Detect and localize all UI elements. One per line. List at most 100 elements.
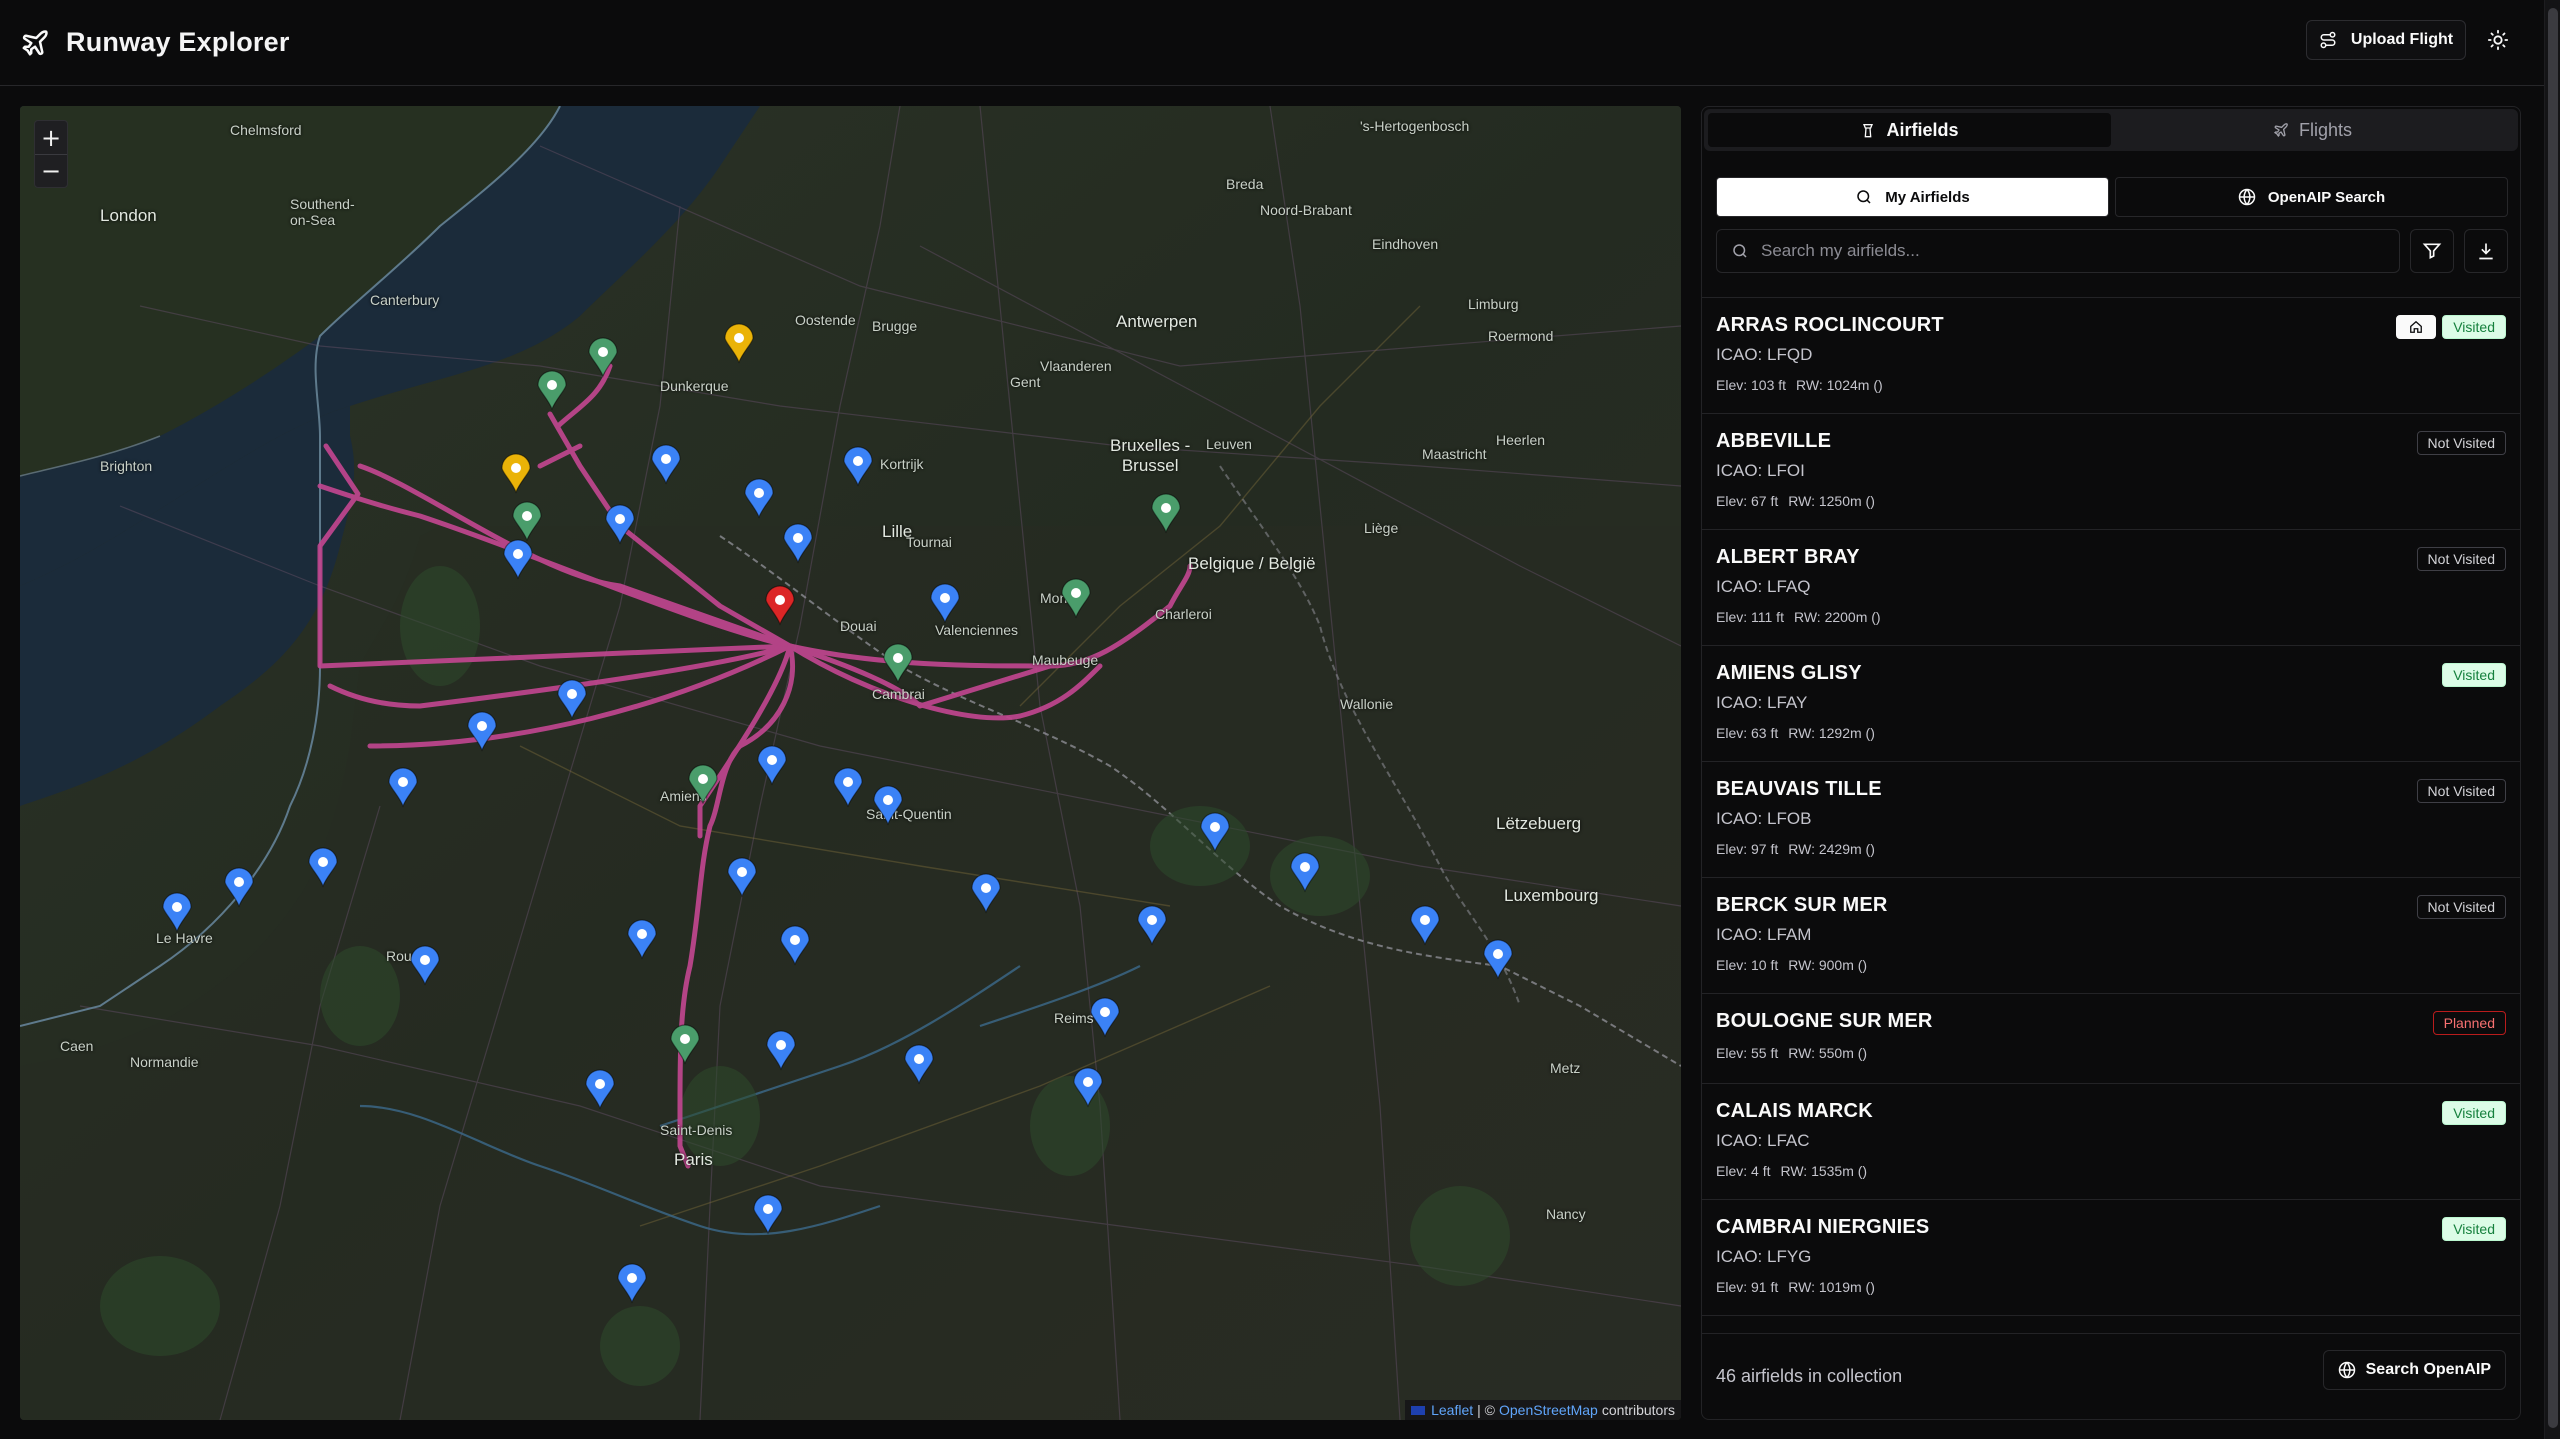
airfield-marker[interactable] — [1151, 493, 1181, 534]
search-openaip-button[interactable]: Search OpenAIP — [2322, 1350, 2506, 1390]
airfield-marker[interactable] — [501, 453, 531, 494]
airfield-row[interactable]: ALBERT BRAY ICAO: LFAQ Elev: 111 ft RW: 220… — [1702, 530, 2520, 646]
airfield-marker[interactable] — [744, 478, 774, 519]
search-icon — [1733, 244, 1747, 258]
panel-footer: 46 airfields in collection Search OpenAI… — [1702, 1333, 2520, 1419]
airfield-marker[interactable] — [557, 679, 587, 720]
airfield-marker[interactable] — [308, 847, 338, 888]
marker-layer — [162, 323, 1513, 1304]
airfield-row[interactable]: ABBEVILLE ICAO: LFOI Elev: 67 ft RW: 1250m … — [1702, 414, 2520, 530]
airfield-row[interactable]: AMIENS GLISY ICAO: LFAY Elev: 63 ft RW: 129… — [1702, 646, 2520, 762]
airfield-marker[interactable] — [753, 1194, 783, 1235]
airfield-marker[interactable] — [670, 1024, 700, 1065]
airfield-marker[interactable] — [883, 643, 913, 684]
zoom-out-button[interactable]: − — [35, 154, 67, 187]
theme-toggle-button[interactable] — [2476, 20, 2520, 60]
airfield-list[interactable]: ARRAS ROCLINCOURT ICAO: LFQD Elev: 103 ft R… — [1702, 297, 2520, 1327]
airfield-marker[interactable] — [727, 857, 757, 898]
airfield-runway: RW: 1250m () — [1788, 493, 1875, 509]
airfield-marker[interactable] — [1200, 812, 1230, 853]
home-badge — [2396, 315, 2437, 339]
airfield-marker[interactable] — [873, 785, 903, 826]
airfield-marker[interactable] — [651, 444, 681, 485]
attribution-separator: | © — [1477, 1402, 1495, 1418]
airfield-marker[interactable] — [588, 337, 618, 378]
airfield-marker[interactable] — [503, 539, 533, 580]
airfield-row[interactable]: CAMBRAI NIERGNIES ICAO: LFYG Elev: 91 ft RW… — [1702, 1200, 2520, 1316]
airfield-runway: RW: 1024m () — [1796, 377, 1883, 393]
scrollbar-thumb[interactable] — [2548, 8, 2558, 1428]
page-scrollbar[interactable] — [2544, 0, 2560, 1439]
plane-icon — [22, 29, 48, 55]
airfield-marker[interactable] — [1137, 905, 1167, 946]
leaflet-link[interactable]: Leaflet — [1431, 1402, 1473, 1418]
airfield-elevation: Elev: 10 ft — [1716, 957, 1779, 973]
airfield-runway: RW: 2429m () — [1788, 841, 1875, 857]
tab-airfields[interactable]: Airfields — [1708, 113, 2111, 147]
home-airfield-marker[interactable] — [765, 585, 795, 626]
openstreetmap-link[interactable]: OpenStreetMap — [1499, 1402, 1598, 1418]
airfield-count: 46 airfields in collection — [1716, 1366, 1903, 1386]
filter-button[interactable] — [2410, 229, 2454, 273]
airfield-marker[interactable] — [1090, 997, 1120, 1038]
subtab-openaip-label: OpenAIP Search — [2267, 188, 2386, 206]
subtab-my-airfields[interactable]: My Airfields — [1716, 177, 2109, 217]
download-button[interactable] — [2464, 229, 2508, 273]
airfield-row[interactable]: BOULOGNE SUR MER Elev: 55 ft RW: 550m () Pl… — [1702, 994, 2520, 1084]
airfield-marker[interactable] — [757, 745, 787, 786]
airfield-meta: Elev: 111 ft RW: 2200m () — [1716, 609, 2506, 625]
filter-icon — [2422, 243, 2442, 260]
airfield-marker[interactable] — [605, 504, 635, 545]
airfield-source-tabs: My Airfields OpenAIP Search — [1716, 177, 2508, 217]
home-icon — [2410, 320, 2423, 333]
airfield-marker[interactable] — [971, 873, 1001, 914]
airfield-marker[interactable] — [1290, 852, 1320, 893]
airfield-marker[interactable] — [224, 867, 254, 908]
airfield-marker[interactable] — [688, 764, 718, 805]
airfield-marker[interactable] — [627, 919, 657, 960]
airfield-marker[interactable] — [388, 767, 418, 808]
airfield-marker[interactable] — [585, 1069, 615, 1110]
zoom-in-button[interactable]: + — [35, 121, 67, 154]
airfield-row[interactable]: ARRAS ROCLINCOURT ICAO: LFQD Elev: 103 ft R… — [1702, 298, 2520, 414]
upload-flight-button[interactable]: Upload Flight — [2306, 20, 2466, 60]
airfield-row[interactable]: BERCK SUR MER ICAO: LFAM Elev: 10 ft RW: 90… — [1702, 878, 2520, 994]
airfield-marker[interactable] — [410, 945, 440, 986]
airfield-icao: ICAO: LFOB — [1716, 809, 1812, 828]
airfield-marker[interactable] — [783, 523, 813, 564]
status-badge: Not Visited — [2416, 431, 2506, 455]
airfield-marker[interactable] — [1061, 578, 1091, 619]
airfield-elevation: Elev: 103 ft — [1716, 377, 1787, 393]
airfield-marker[interactable] — [537, 370, 567, 411]
airfield-marker[interactable] — [512, 501, 542, 542]
map-view[interactable]: London Chelmsford Southend- on-Sea Cante… — [20, 106, 1681, 1420]
airfield-badges: Visited — [2442, 663, 2506, 687]
subtab-openaip-search[interactable]: OpenAIP Search — [2115, 177, 2508, 217]
airfield-marker[interactable] — [467, 711, 497, 752]
airfield-marker[interactable] — [724, 323, 754, 364]
airfield-marker[interactable] — [930, 583, 960, 624]
main-tabs: Airfields Flights — [1704, 109, 2518, 151]
airfield-marker[interactable] — [766, 1030, 796, 1071]
airfield-icao: ICAO: LFQD — [1716, 345, 1813, 364]
airfield-search-input[interactable]: Search my airfields... — [1716, 229, 2400, 273]
airfield-marker[interactable] — [162, 892, 192, 933]
tab-flights[interactable]: Flights — [2111, 113, 2514, 147]
airfield-meta: Elev: 4 ft RW: 1535m () — [1716, 1163, 2506, 1179]
app-title: Runway Explorer — [66, 27, 290, 57]
airfield-row[interactable]: CALAIS MARCK ICAO: LFAC Elev: 4 ft RW: 1535… — [1702, 1084, 2520, 1200]
airfield-name: ARRAS ROCLINCOURT — [1716, 314, 1944, 336]
airfield-marker[interactable] — [780, 925, 810, 966]
airfield-marker[interactable] — [1410, 905, 1440, 946]
plane-icon — [2273, 123, 2288, 138]
airfield-marker[interactable] — [843, 446, 873, 487]
airfield-marker[interactable] — [617, 1263, 647, 1304]
airfield-badges: Not Visited — [2416, 895, 2506, 919]
airfield-marker[interactable] — [833, 767, 863, 808]
tab-flights-label: Flights — [2298, 119, 2352, 140]
airfield-marker[interactable] — [1073, 1067, 1103, 1108]
airfield-row[interactable]: BEAUVAIS TILLE ICAO: LFOB Elev: 97 ft RW: 2… — [1702, 762, 2520, 878]
airfield-marker[interactable] — [904, 1044, 934, 1085]
airfield-elevation: Elev: 111 ft — [1716, 609, 1784, 625]
airfield-marker[interactable] — [1483, 939, 1513, 980]
